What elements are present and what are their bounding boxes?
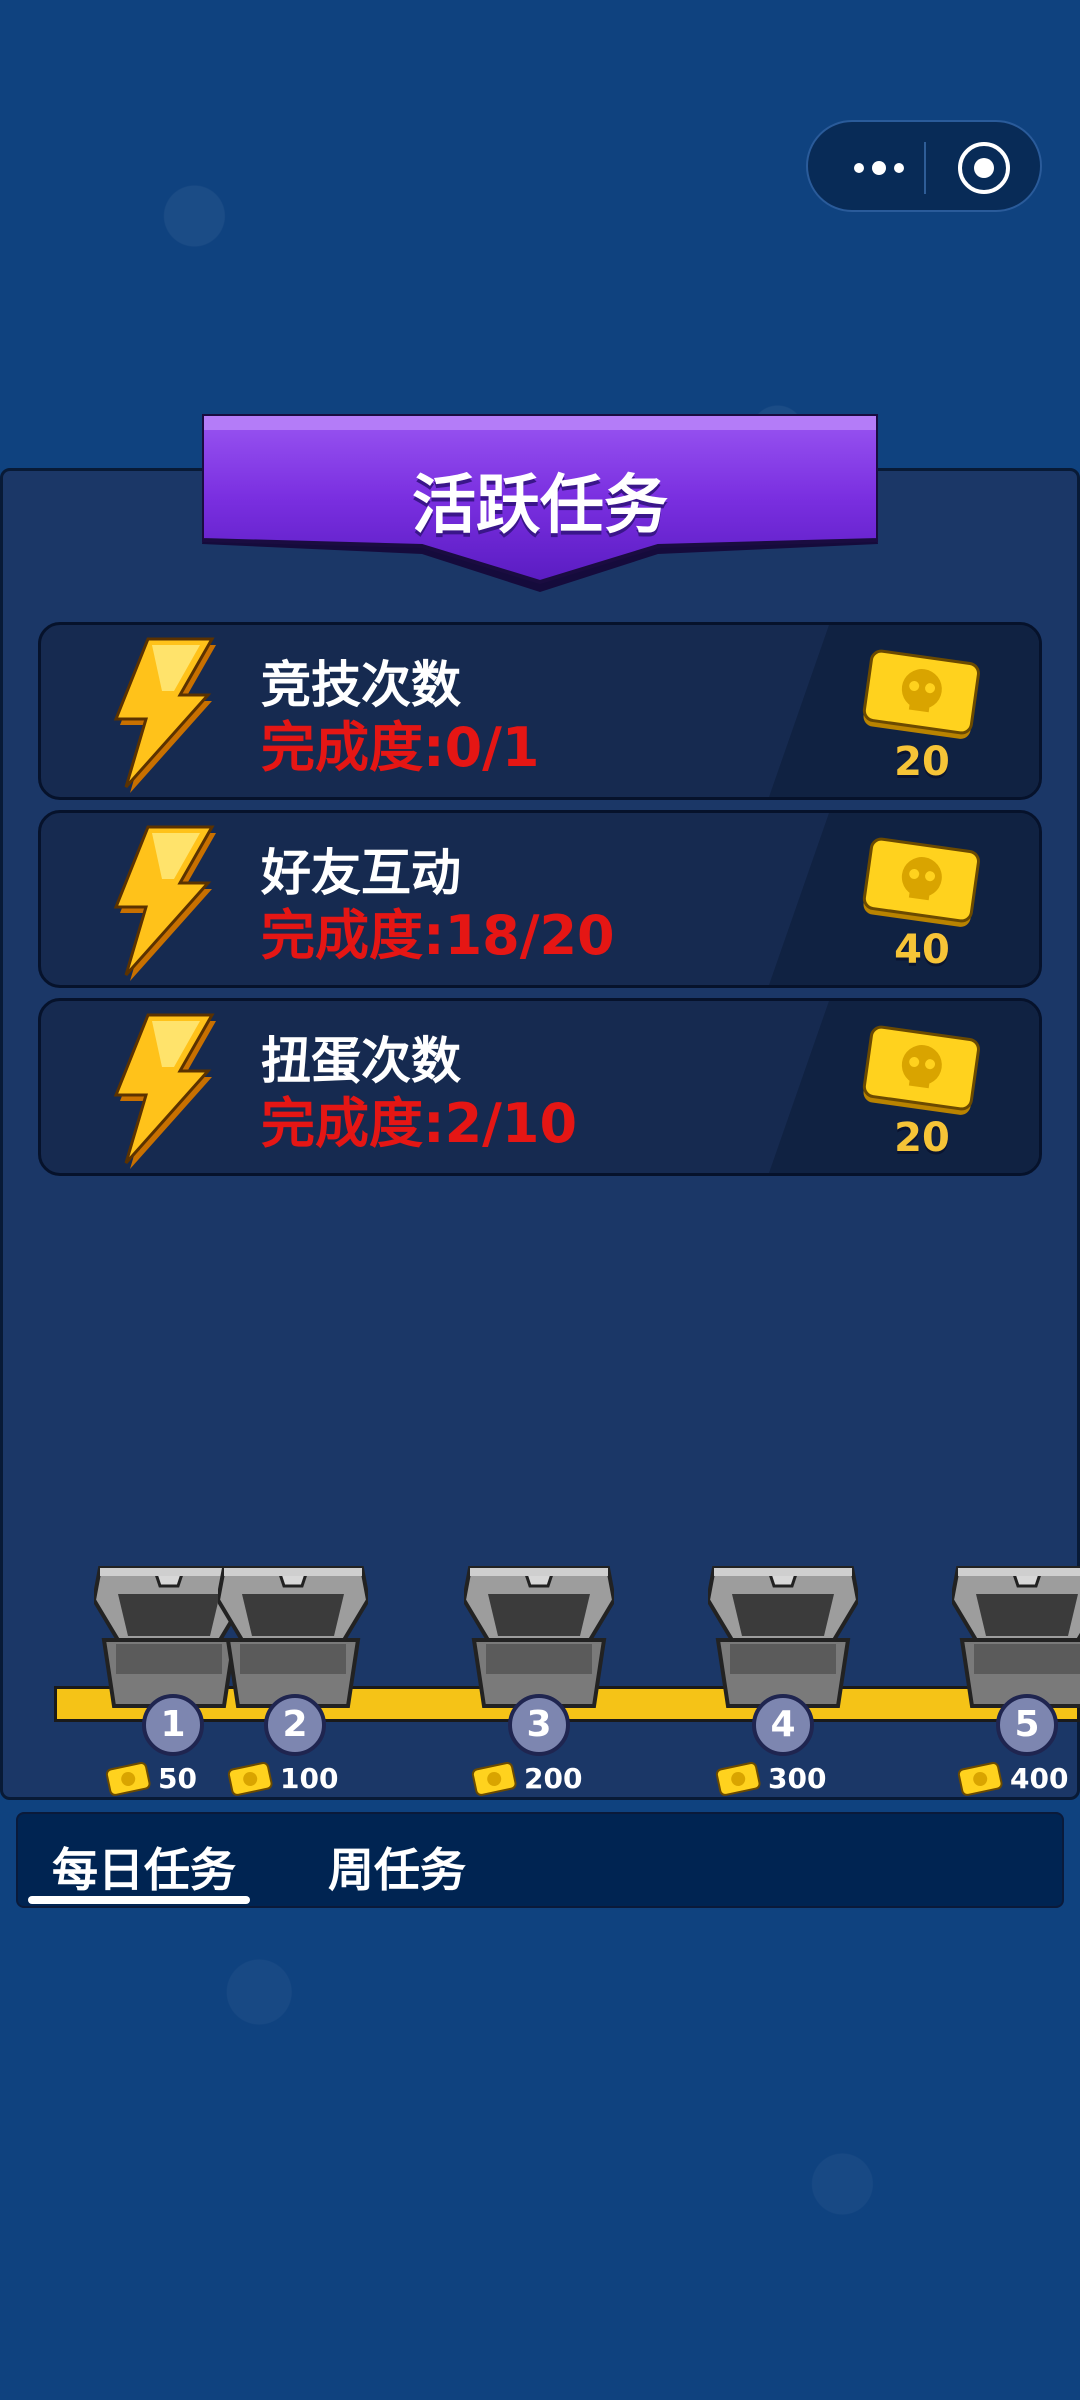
miniprogram-capsule — [806, 120, 1042, 212]
tab-daily-tasks[interactable]: 每日任务 — [52, 1834, 236, 1900]
skull-ticket-icon — [715, 1762, 761, 1796]
milestone-number: 4 — [752, 1694, 814, 1756]
task-row: 好友互动 完成度:18/20 40 — [38, 810, 1042, 988]
milestone-reward-amount: 200 — [524, 1761, 583, 1795]
task-reward-amount: 40 — [894, 927, 950, 973]
capsule-divider — [924, 142, 926, 194]
skull-ticket-icon — [957, 1762, 1003, 1796]
skull-ticket-icon — [862, 1025, 980, 1115]
task-tab-bar: 每日任务 周任务 — [16, 1812, 1064, 1908]
skull-ticket-icon — [862, 837, 980, 927]
milestone-number: 1 — [142, 1694, 204, 1756]
task-progress: 完成度:18/20 — [261, 904, 615, 967]
milestone-reward: 200 — [470, 1758, 582, 1798]
lightning-bolt-icon — [113, 1013, 216, 1169]
task-reward-amount: 20 — [894, 1115, 950, 1161]
milestone-reward: 300 — [714, 1758, 826, 1798]
skull-ticket-icon — [227, 1762, 273, 1796]
milestone-reward-amount: 300 — [768, 1761, 827, 1795]
task-row: 扭蛋次数 完成度:2/10 20 — [38, 998, 1042, 1176]
milestone-reward-amount: 100 — [280, 1761, 339, 1795]
task-row: 竞技次数 完成度:0/1 20 — [38, 622, 1042, 800]
page-title: 活跃任务 — [412, 469, 668, 543]
milestone-reward-amount: 400 — [1010, 1761, 1069, 1795]
milestone-number: 5 — [996, 1694, 1058, 1756]
milestone-reward: 50 — [104, 1758, 197, 1798]
treasure-chest-icon[interactable] — [952, 1560, 1080, 1710]
selected-tab-indicator — [28, 1896, 250, 1904]
treasure-chest-icon[interactable] — [708, 1560, 858, 1710]
treasure-chest-icon[interactable] — [218, 1560, 368, 1710]
lightning-bolt-icon — [113, 825, 216, 981]
task-progress: 完成度:2/10 — [261, 1092, 578, 1155]
more-menu-icon[interactable] — [844, 152, 914, 184]
milestone-number: 2 — [264, 1694, 326, 1756]
milestone-reward: 100 — [226, 1758, 338, 1798]
milestone-reward-amount: 50 — [158, 1761, 197, 1795]
treasure-chest-icon[interactable] — [464, 1560, 614, 1710]
lightning-bolt-icon — [113, 637, 216, 793]
skull-ticket-icon — [862, 649, 980, 739]
title-banner: 活跃任务 — [200, 412, 880, 594]
task-reward-amount: 20 — [894, 739, 950, 785]
tab-weekly-tasks[interactable]: 周任务 — [328, 1834, 466, 1900]
task-progress: 完成度:0/1 — [261, 716, 540, 779]
skull-ticket-icon — [471, 1762, 517, 1796]
milestone-number: 3 — [508, 1694, 570, 1756]
skull-ticket-icon — [105, 1762, 151, 1796]
milestone-reward: 400 — [956, 1758, 1068, 1798]
close-miniprogram-icon[interactable] — [958, 142, 1010, 194]
